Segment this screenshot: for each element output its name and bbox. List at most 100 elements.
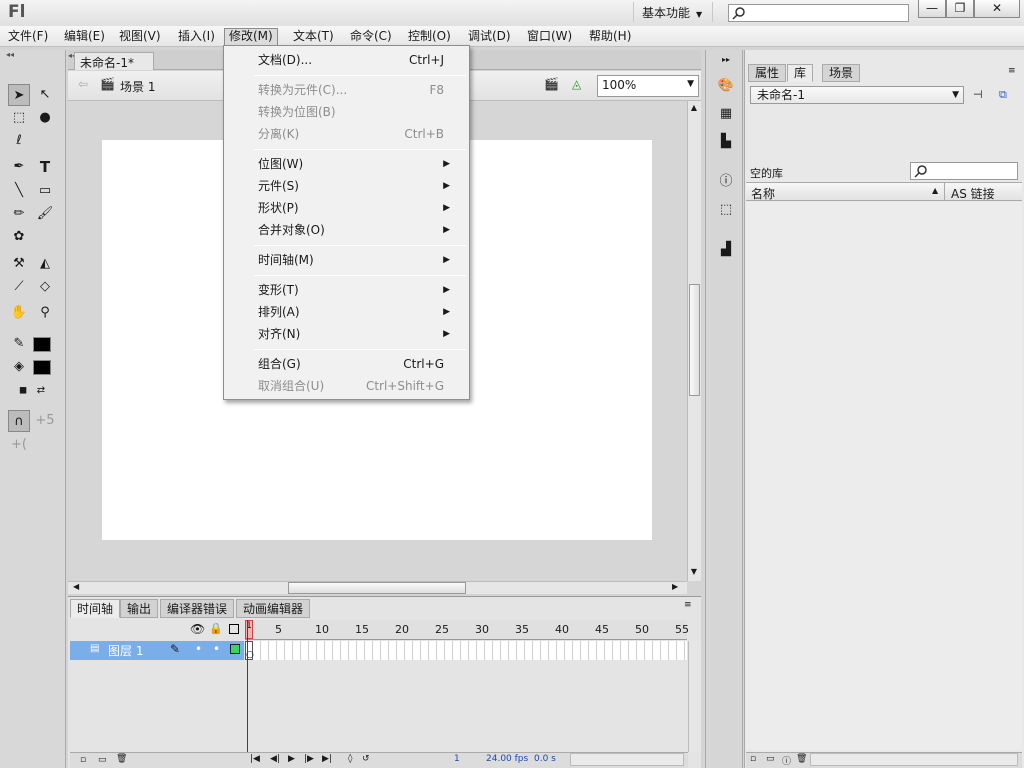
rectangle-tool[interactable]: ▭ [34, 180, 56, 202]
menu-item-timeline[interactable]: 时间轴(M) ▶ [258, 250, 458, 270]
center-frame-icon[interactable]: ◊ [348, 754, 352, 764]
menu-item-arrange[interactable]: 排列(A) ▶ [258, 302, 458, 322]
scroll-thumb[interactable] [288, 582, 466, 594]
lasso-tool[interactable]: ℓ [8, 130, 30, 152]
panel-menu-icon[interactable]: ≡ [684, 600, 692, 610]
smooth-icon[interactable]: +5 [34, 410, 56, 432]
lock-dot[interactable]: • [213, 642, 220, 656]
menu-item-symbol[interactable]: 元件(S) ▶ [258, 176, 458, 196]
color-panel-icon[interactable]: 🎨 [716, 76, 736, 96]
stage-vertical-scrollbar[interactable]: ▲ ▼ [687, 101, 701, 581]
zoom-tool[interactable]: ⚲ [34, 302, 56, 324]
outline-icon[interactable] [229, 624, 239, 634]
swap-colors-icon[interactable]: ⇄ [30, 380, 52, 402]
document-tab[interactable]: 未命名-1* × [74, 52, 154, 85]
paint-bucket-tool[interactable]: ◭ [34, 253, 56, 275]
scroll-right-icon[interactable]: ▶ [672, 582, 678, 591]
menu-item-shape[interactable]: 形状(P) ▶ [258, 198, 458, 218]
next-frame-icon[interactable]: |▶ [304, 754, 314, 764]
prev-frame-icon[interactable]: ◀| [270, 754, 280, 764]
swatches-panel-icon[interactable]: ▦ [716, 104, 736, 124]
edit-scene-icon[interactable]: 🎬 [544, 77, 559, 91]
menu-window[interactable]: 窗口(W) [523, 28, 576, 46]
fill-color-swatch[interactable] [33, 360, 51, 375]
info-panel-icon[interactable]: ⓘ [716, 172, 736, 192]
layer-name[interactable]: 图层 1 [108, 642, 143, 659]
selection-tool[interactable]: ➤ [8, 84, 30, 106]
menu-modify[interactable]: 修改(M) [224, 28, 278, 46]
delete-icon[interactable]: 🗑 [796, 754, 807, 764]
menu-view[interactable]: 视图(V) [115, 28, 165, 46]
fill-color-icon[interactable]: ◈ [8, 356, 30, 378]
visibility-eye-icon[interactable]: 👁 [190, 622, 205, 636]
menu-text[interactable]: 文本(T) [289, 28, 338, 46]
brush-tool[interactable]: 🖌 [34, 203, 56, 225]
tab-scene[interactable]: 场景 [822, 64, 861, 82]
library-item-list[interactable] [746, 202, 1022, 750]
zoom-select[interactable]: 100% ▼ [597, 75, 699, 97]
text-tool[interactable]: T [34, 156, 56, 178]
frame-rate[interactable]: 24.00 fps [486, 754, 528, 764]
scroll-down-icon[interactable]: ▼ [688, 567, 700, 576]
tab-properties[interactable]: 属性 [748, 64, 787, 82]
new-layer-icon[interactable]: ▫ [80, 755, 86, 765]
free-transform-tool[interactable]: ⬚ [8, 107, 30, 129]
hand-tool[interactable]: ✋ [8, 302, 30, 324]
menu-debug[interactable]: 调试(D) [464, 28, 515, 46]
layer-row[interactable]: ▤ 图层 1 ✎ • • [70, 641, 244, 660]
visibility-dot[interactable]: • [195, 642, 202, 656]
menu-edit[interactable]: 编辑(E) [60, 28, 109, 46]
stroke-color-swatch[interactable] [33, 337, 51, 352]
frame-cells[interactable]: ○ [245, 641, 687, 660]
loop-icon[interactable]: ↺ [362, 754, 370, 764]
menu-item-bitmap[interactable]: 位图(W) ▶ [258, 154, 458, 174]
help-search-input[interactable] [728, 4, 909, 22]
eyedropper-tool[interactable]: ⟋ [8, 276, 30, 298]
layer-outline-color[interactable] [230, 644, 240, 654]
play-icon[interactable]: ▶ [288, 754, 295, 764]
delete-layer-icon[interactable]: 🗑 [116, 754, 127, 764]
first-frame-icon[interactable]: |◀ [250, 754, 260, 764]
scene-label[interactable]: 场景 1 [120, 78, 155, 95]
library-document-select[interactable]: 未命名-1 ▼ [750, 86, 964, 104]
line-tool[interactable]: ╲ [8, 180, 30, 202]
menu-item-transform[interactable]: 变形(T) ▶ [258, 280, 458, 300]
menu-item-group[interactable]: 组合(G) Ctrl+G [258, 354, 458, 374]
eraser-tool[interactable]: ◇ [34, 276, 56, 298]
restore-button[interactable]: ❐ [946, 0, 974, 18]
column-as-linkage[interactable]: AS 链接 [951, 185, 995, 202]
menu-help[interactable]: 帮助(H) [585, 28, 635, 46]
last-frame-icon[interactable]: ▶| [322, 754, 332, 764]
menu-item-document[interactable]: 文档(D)... Ctrl+J [258, 50, 458, 70]
frame-ruler[interactable]: 1 5 10 15 20 25 30 35 40 45 50 55 [245, 620, 689, 640]
transform-panel-icon[interactable]: ⬚ [716, 200, 736, 220]
edit-symbols-icon[interactable]: ◬ [572, 77, 581, 91]
tab-library[interactable]: 库 [787, 64, 814, 82]
tab-output[interactable]: 输出 [120, 599, 159, 618]
tab-compiler-errors[interactable]: 编译器错误 [160, 599, 235, 618]
scroll-thumb[interactable] [689, 284, 700, 396]
new-folder-icon[interactable]: ▭ [98, 755, 107, 765]
snap-to-objects-icon[interactable]: ∩ [8, 410, 30, 432]
sort-icon[interactable]: ▲ [932, 186, 938, 195]
menu-control[interactable]: 控制(O) [404, 28, 455, 46]
menu-item-break-apart[interactable]: 分离(K) Ctrl+B [258, 124, 458, 144]
collapse-icon[interactable]: ◂◂ [6, 50, 60, 60]
back-arrow-icon[interactable]: ⇦ [78, 77, 88, 91]
pin-library-icon[interactable]: ⊣ [973, 88, 983, 101]
bone-tool[interactable]: ⚒ [8, 253, 30, 275]
close-button[interactable]: ✕ [974, 0, 1020, 18]
library-search-input[interactable] [910, 162, 1018, 180]
minimize-button[interactable]: — [918, 0, 946, 18]
tab-timeline[interactable]: 时间轴 [70, 599, 121, 618]
properties-icon[interactable]: ⓘ [782, 754, 791, 767]
straighten-icon[interactable]: +( [8, 434, 30, 456]
panel-menu-icon[interactable]: ≡ [1008, 66, 1016, 76]
menu-item-ungroup[interactable]: 取消组合(U) Ctrl+Shift+G [258, 376, 458, 396]
menu-item-align[interactable]: 对齐(N) ▶ [258, 324, 458, 344]
new-folder-icon[interactable]: ▭ [766, 754, 775, 764]
scroll-left-icon[interactable]: ◀ [73, 582, 79, 591]
pen-tool[interactable]: ✒ [8, 156, 30, 178]
align-panel-icon[interactable]: ▙ [716, 132, 736, 152]
subselection-tool[interactable]: ↖ [34, 84, 56, 106]
